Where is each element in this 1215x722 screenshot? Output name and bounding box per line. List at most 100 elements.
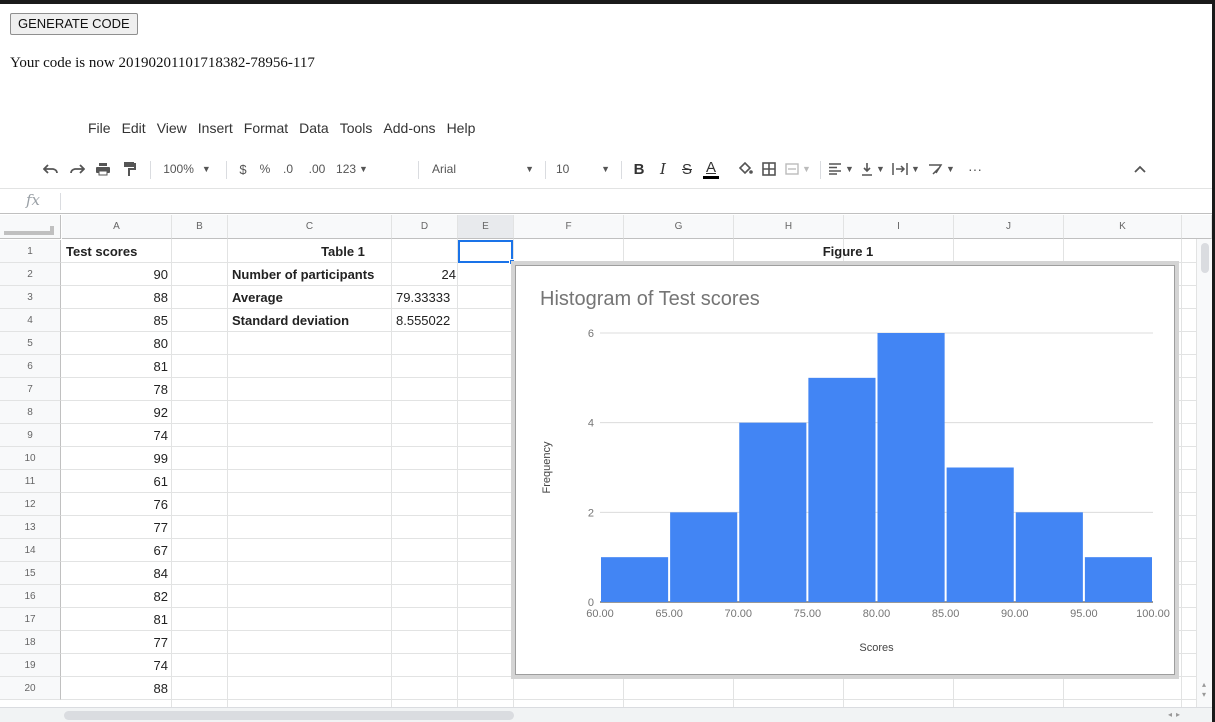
decrease-decimals-button[interactable]: .0 [276, 152, 300, 186]
cell-a19[interactable]: 74 [64, 654, 168, 677]
column-header-b[interactable]: B [172, 215, 228, 239]
horizontal-scroll-thumb[interactable] [64, 711, 514, 720]
row-header-11[interactable]: 11 [0, 470, 61, 493]
menu-file[interactable]: File [88, 120, 111, 136]
more-button[interactable]: ··· [962, 152, 988, 186]
column-header-k[interactable]: K [1064, 215, 1182, 239]
table-title[interactable]: Table 1 [228, 240, 458, 263]
row-header-3[interactable]: 3 [0, 286, 61, 309]
column-header-g[interactable]: G [624, 215, 734, 239]
print-icon[interactable] [92, 152, 114, 186]
table-value-participants[interactable]: 24 [394, 263, 456, 286]
increase-decimals-button[interactable]: .00 [302, 152, 332, 186]
select-all-corner[interactable] [0, 215, 61, 239]
align-icon[interactable]: ▼ [826, 152, 856, 186]
menu-insert[interactable]: Insert [198, 120, 233, 136]
column-header-h[interactable]: H [734, 215, 844, 239]
cell-a9[interactable]: 74 [64, 424, 168, 447]
column-header-a[interactable]: A [62, 215, 172, 239]
cell-a11[interactable]: 61 [64, 470, 168, 493]
currency-button[interactable]: $ [232, 152, 254, 186]
table-value-std-dev[interactable]: 8.555022 [396, 309, 456, 332]
column-header-d[interactable]: D [392, 215, 458, 239]
horizontal-scroll-arrows[interactable]: ◂▸ [1168, 710, 1184, 719]
generate-code-button[interactable]: GENERATE CODE [10, 13, 138, 35]
strikethrough-button[interactable]: S [676, 152, 698, 186]
more-formats-button[interactable]: 123 ▼ [334, 152, 370, 186]
row-header-20[interactable]: 20 [0, 677, 61, 700]
cell-a18[interactable]: 77 [64, 631, 168, 654]
valign-icon[interactable]: ▼ [858, 152, 888, 186]
row-header-19[interactable]: 19 [0, 654, 61, 677]
cell-a4[interactable]: 85 [64, 309, 168, 332]
figure-title[interactable]: Figure 1 [514, 240, 1182, 263]
menu-view[interactable]: View [157, 120, 187, 136]
bold-button[interactable]: B [628, 152, 650, 186]
menu-help[interactable]: Help [447, 120, 476, 136]
table-label-std-dev[interactable]: Standard deviation [232, 309, 390, 332]
menu-format[interactable]: Format [244, 120, 288, 136]
cell-a2[interactable]: 90 [64, 263, 168, 286]
cell-a6[interactable]: 81 [64, 355, 168, 378]
row-header-13[interactable]: 13 [0, 516, 61, 539]
vertical-scroll-arrows[interactable]: ▴ ▾ [1196, 680, 1212, 700]
vertical-scrollbar[interactable] [1196, 239, 1212, 707]
merge-cells-icon[interactable]: ▼ [782, 152, 814, 186]
row-header-12[interactable]: 12 [0, 493, 61, 516]
redo-icon[interactable] [66, 152, 88, 186]
zoom-select[interactable]: 100% ▼ [160, 152, 214, 186]
column-header-e[interactable]: E [458, 215, 514, 239]
column-header-c[interactable]: C [228, 215, 392, 239]
borders-icon[interactable] [758, 152, 780, 186]
text-wrap-icon[interactable]: ▼ [890, 152, 922, 186]
table-label-average[interactable]: Average [232, 286, 390, 309]
cell-a15[interactable]: 84 [64, 562, 168, 585]
formula-input[interactable] [68, 193, 1168, 211]
percent-button[interactable]: % [254, 152, 276, 186]
cell-a14[interactable]: 67 [64, 539, 168, 562]
row-header-5[interactable]: 5 [0, 332, 61, 355]
cell-a10[interactable]: 99 [64, 447, 168, 470]
text-color-button[interactable]: A [700, 152, 722, 186]
cell-a8[interactable]: 92 [64, 401, 168, 424]
cell-a5[interactable]: 80 [64, 332, 168, 355]
collapse-icon[interactable] [1130, 152, 1150, 186]
column-header-f[interactable]: F [514, 215, 624, 239]
font-size-select[interactable]: 10 ▼ [552, 152, 614, 186]
cell-a7[interactable]: 78 [64, 378, 168, 401]
vertical-scroll-thumb[interactable] [1201, 243, 1209, 273]
column-header-i[interactable]: I [844, 215, 954, 239]
italic-button[interactable]: I [652, 152, 674, 186]
paint-format-icon[interactable] [118, 152, 140, 186]
row-header-6[interactable]: 6 [0, 355, 61, 378]
row-header-14[interactable]: 14 [0, 539, 61, 562]
row-header-15[interactable]: 15 [0, 562, 61, 585]
row-header-7[interactable]: 7 [0, 378, 61, 401]
cell-a1[interactable]: Test scores [66, 240, 170, 263]
cell-a13[interactable]: 77 [64, 516, 168, 539]
horizontal-scrollbar[interactable]: ◂▸ [0, 707, 1212, 722]
row-header-18[interactable]: 18 [0, 631, 61, 654]
menu-add-ons[interactable]: Add-ons [383, 120, 435, 136]
row-header-8[interactable]: 8 [0, 401, 61, 424]
cell-a12[interactable]: 76 [64, 493, 168, 516]
menu-data[interactable]: Data [299, 120, 329, 136]
row-header-2[interactable]: 2 [0, 263, 61, 286]
undo-icon[interactable] [40, 152, 62, 186]
row-header-10[interactable]: 10 [0, 447, 61, 470]
font-select[interactable]: Arial ▼ [428, 152, 538, 186]
text-rotation-icon[interactable]: ▼ [924, 152, 958, 186]
cell-a3[interactable]: 88 [64, 286, 168, 309]
histogram-chart[interactable]: Histogram of Test scores 0 2 4 6 60.00 65.00 7… [515, 265, 1175, 675]
column-header-j[interactable]: J [954, 215, 1064, 239]
fill-color-icon[interactable] [734, 152, 756, 186]
row-header-17[interactable]: 17 [0, 608, 61, 631]
row-header-4[interactable]: 4 [0, 309, 61, 332]
cell-a16[interactable]: 82 [64, 585, 168, 608]
row-header-16[interactable]: 16 [0, 585, 61, 608]
cell-a20[interactable]: 88 [64, 677, 168, 700]
menu-edit[interactable]: Edit [122, 120, 146, 136]
cell-a17[interactable]: 81 [64, 608, 168, 631]
table-value-average[interactable]: 79.33333 [396, 286, 456, 309]
row-header-9[interactable]: 9 [0, 424, 61, 447]
